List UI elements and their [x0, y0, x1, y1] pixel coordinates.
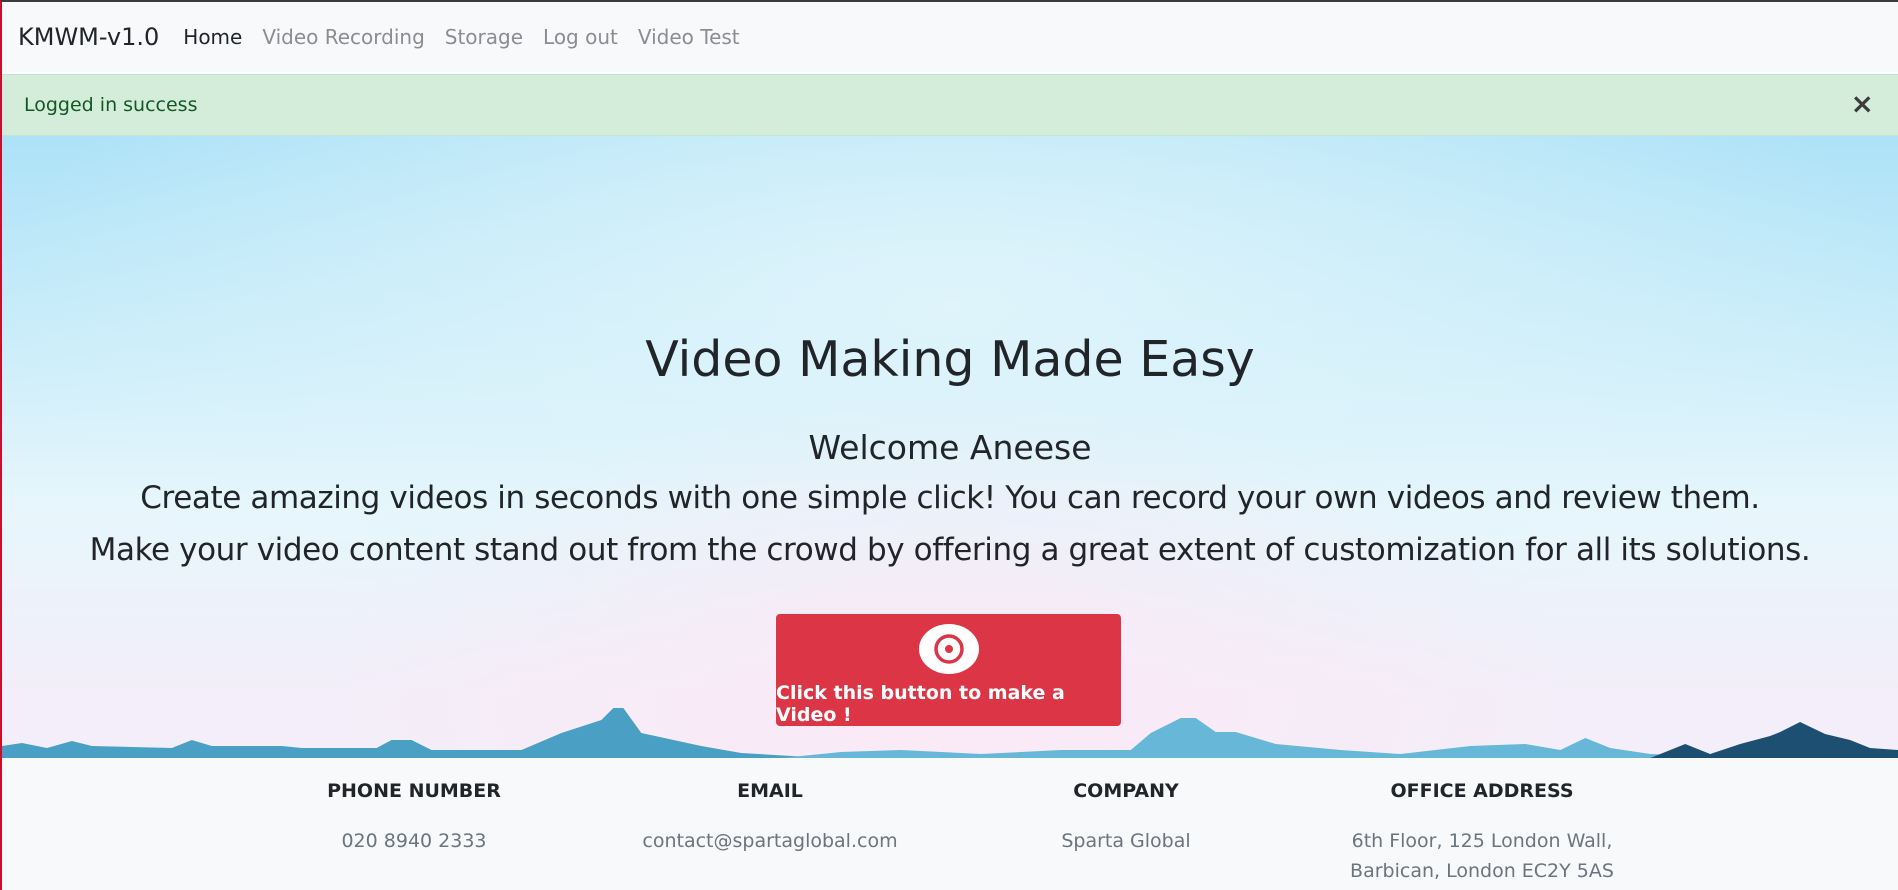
company-value: Sparta Global [1061, 830, 1191, 852]
navbar: KMWM-v1.0 Home Video Recording Storage L… [2, 2, 1898, 72]
nav-video-test[interactable]: Video Test [638, 25, 740, 49]
email-value[interactable]: contact@spartaglobal.com [630, 826, 910, 856]
email-heading: EMAIL [737, 780, 803, 802]
nav-home[interactable]: Home [183, 25, 242, 49]
alert-message: Logged in success [24, 94, 198, 116]
hero-section: Video Making Made Easy Welcome Aneese Cr… [2, 136, 1898, 758]
nav-video-recording[interactable]: Video Recording [262, 25, 424, 49]
footer-email: EMAIL contact@spartaglobal.com [630, 758, 910, 856]
phone-value: 020 8940 2333 [341, 830, 487, 852]
hero-description-line-2: Make your video content stand out from t… [89, 532, 1811, 568]
address-line-2: Barbican, London EC2Y 5AS [1350, 860, 1614, 882]
footer-company: COMPANY Sparta Global [1026, 758, 1226, 856]
close-icon[interactable]: × [1851, 89, 1874, 119]
nav-storage[interactable]: Storage [445, 25, 523, 49]
success-alert: Logged in success × [2, 74, 1898, 136]
hero-description-line-1: Create amazing videos in seconds with on… [140, 480, 1760, 516]
brand-logo[interactable]: KMWM-v1.0 [18, 23, 159, 51]
footer-phone: PHONE NUMBER 020 8940 2333 [314, 758, 514, 856]
address-line-1: 6th Floor, 125 London Wall, [1351, 830, 1613, 852]
record-target-icon [918, 624, 979, 674]
nav-log-out[interactable]: Log out [543, 25, 618, 49]
address-heading: OFFICE ADDRESS [1390, 780, 1574, 802]
footer-address: OFFICE ADDRESS 6th Floor, 125 London Wal… [1332, 758, 1632, 886]
contact-footer: PHONE NUMBER 020 8940 2333 EMAIL contact… [2, 758, 1898, 890]
welcome-text: Welcome Aneese [808, 428, 1092, 467]
page-title: Video Making Made Easy [645, 331, 1255, 388]
address-value: 6th Floor, 125 London Wall, Barbican, Lo… [1332, 826, 1632, 886]
make-video-button-label: Click this button to make a Video ! [776, 682, 1065, 726]
company-heading: COMPANY [1073, 780, 1179, 802]
page-frame: KMWM-v1.0 Home Video Recording Storage L… [0, 0, 1898, 890]
phone-heading: PHONE NUMBER [327, 780, 501, 802]
make-video-button[interactable]: Click this button to make a Video ! [776, 614, 1121, 726]
